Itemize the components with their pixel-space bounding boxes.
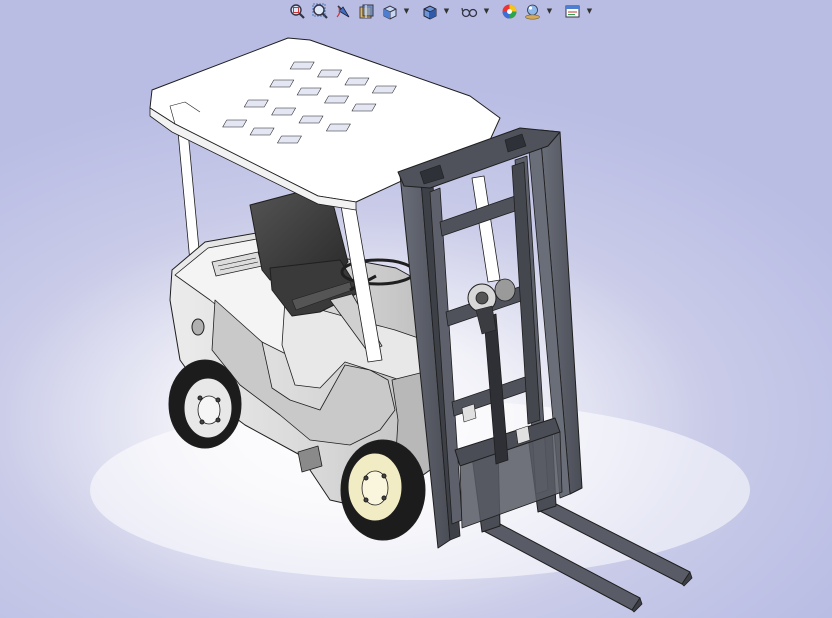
edit-appearance-button[interactable]	[499, 1, 520, 21]
zoom-to-fit-icon	[290, 3, 305, 19]
canopy-front-right-post[interactable]	[471, 175, 501, 283]
zoom-to-area-button[interactable]	[310, 1, 331, 21]
chain-sheave	[467, 278, 516, 335]
view-orientation-icon	[383, 4, 397, 20]
display-style-button[interactable]	[419, 1, 440, 21]
hide-show-items-icon	[461, 7, 478, 17]
display-style-dropdown[interactable]: ▼	[442, 1, 451, 21]
apply-scene-icon	[525, 4, 540, 20]
previous-view-icon	[336, 4, 350, 17]
view-settings-button[interactable]	[562, 1, 583, 21]
hide-show-items-button[interactable]	[459, 1, 480, 21]
display-style-icon	[423, 4, 437, 20]
graphics-area[interactable]	[0, 22, 832, 618]
view-settings-icon	[565, 5, 580, 17]
previous-view-button[interactable]	[333, 1, 354, 21]
apply-scene-dropdown[interactable]: ▼	[545, 1, 554, 21]
view-orientation-button[interactable]	[379, 1, 400, 21]
view-settings-dropdown[interactable]: ▼	[585, 1, 594, 21]
section-view-button[interactable]	[356, 1, 377, 21]
edit-appearance-icon	[502, 4, 517, 18]
zoom-to-fit-button[interactable]	[287, 1, 308, 21]
overhead-guard-canopy[interactable]	[149, 37, 501, 211]
front-wheel[interactable]	[340, 439, 426, 541]
section-view-icon	[359, 4, 374, 18]
heads-up-view-toolbar: ▼ ▼ ▼ ▼ ▼	[287, 0, 594, 22]
apply-scene-button[interactable]	[522, 1, 543, 21]
rear-side-vent	[191, 318, 205, 336]
rear-wheel[interactable]	[168, 359, 242, 449]
hide-show-items-dropdown[interactable]: ▼	[482, 1, 491, 21]
view-orientation-dropdown[interactable]: ▼	[402, 1, 411, 21]
zoom-to-area-icon	[312, 3, 328, 19]
